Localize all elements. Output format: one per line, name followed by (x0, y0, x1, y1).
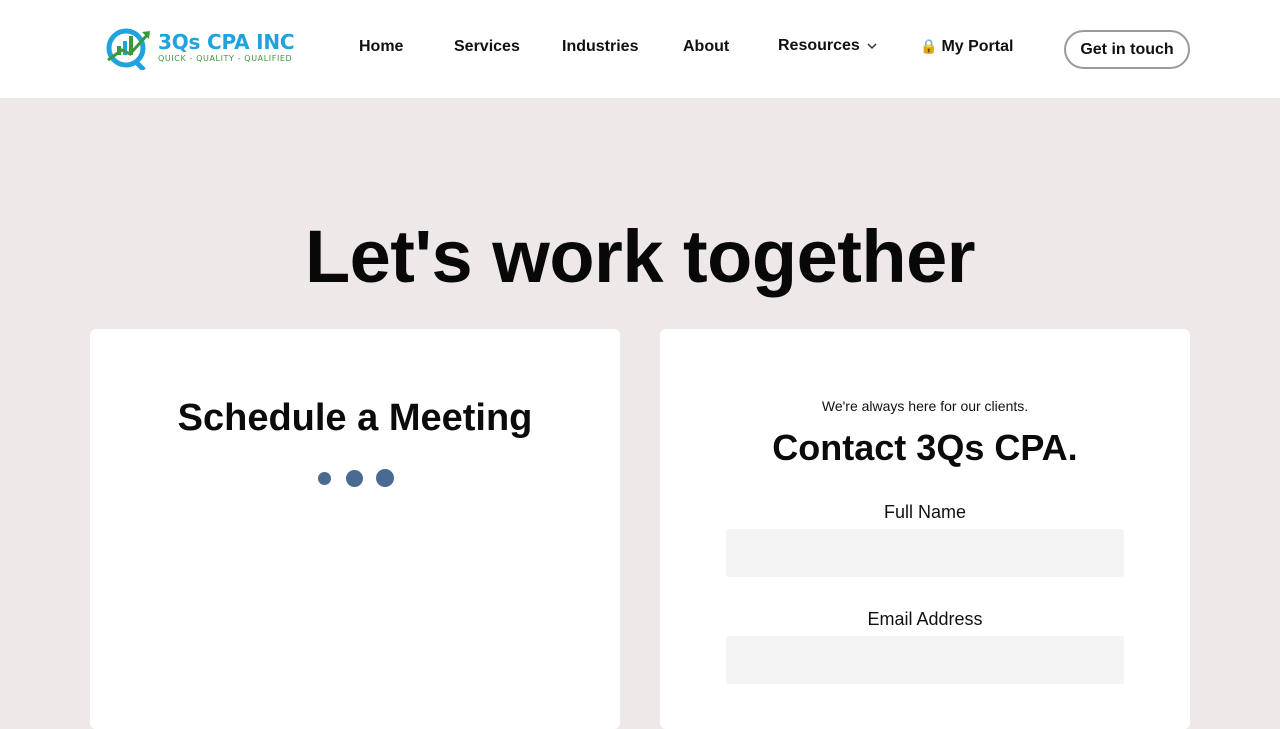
logo-tagline: QUICK - QUALITY - QUALIFIED (158, 54, 293, 63)
contact-kicker: We're always here for our clients. (821, 398, 1029, 414)
site-header: 3Qs CPA INC QUICK - QUALITY - QUALIFIED … (0, 0, 1280, 98)
schedule-meeting-title: Schedule a Meeting (177, 397, 533, 439)
loading-dot (376, 469, 394, 487)
contact-form-card: We're always here for our clients. Conta… (660, 329, 1190, 729)
schedule-meeting-card: Schedule a Meeting (90, 329, 620, 729)
loading-dot (318, 472, 331, 485)
page-title: Let's work together (304, 215, 976, 298)
loading-indicator (318, 469, 398, 489)
full-name-input[interactable] (726, 529, 1124, 577)
contact-title: Contact 3Qs CPA. (772, 427, 1078, 468)
logo-text: 3Qs CPA INC (158, 30, 295, 54)
logo-icon (106, 28, 150, 70)
nav-resources-label: Resources (778, 37, 860, 54)
email-address-input[interactable] (726, 636, 1124, 684)
email-address-label: Email Address (867, 609, 983, 629)
nav-industries[interactable]: Industries (562, 38, 638, 56)
nav-my-portal-label: My Portal (941, 38, 1014, 55)
lock-icon: 🔒 (920, 38, 938, 54)
nav-home[interactable]: Home (359, 38, 403, 56)
loading-dot (346, 470, 363, 487)
full-name-label: Full Name (883, 502, 967, 522)
nav-resources[interactable]: Resources (778, 37, 878, 55)
nav-my-portal[interactable]: 🔒 My Portal (920, 38, 1013, 56)
nav-about[interactable]: About (683, 38, 729, 56)
nav-services[interactable]: Services (454, 38, 520, 56)
site-logo[interactable]: 3Qs CPA INC QUICK - QUALITY - QUALIFIED (104, 26, 304, 70)
get-in-touch-button[interactable]: Get in touch (1064, 30, 1190, 69)
chevron-down-icon (867, 43, 877, 50)
